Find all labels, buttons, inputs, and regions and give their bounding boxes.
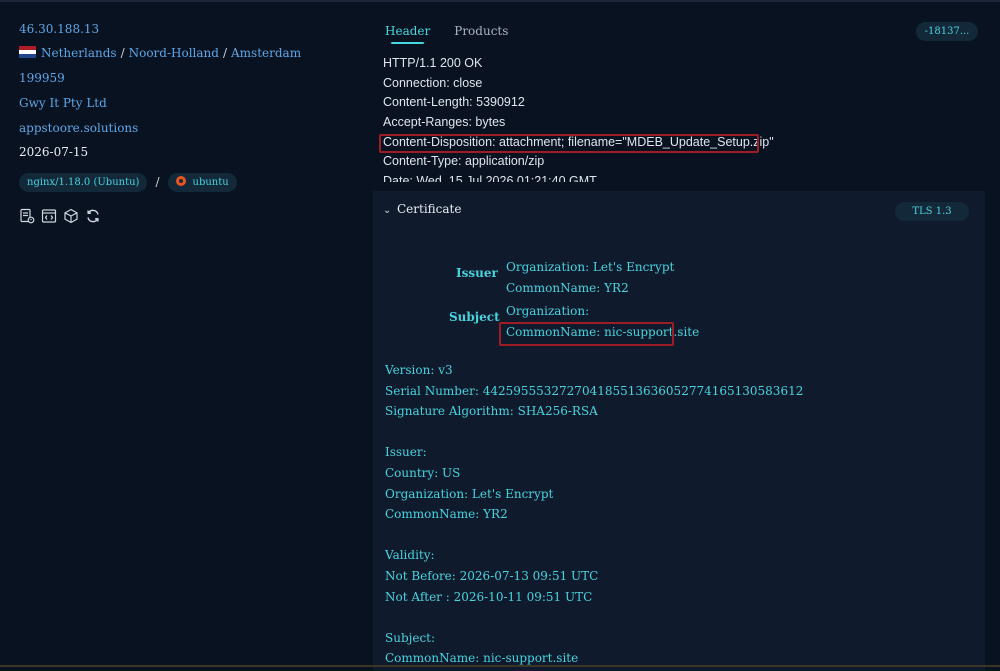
code-window-icon[interactable] <box>41 208 57 228</box>
header-line: Content-Type: application/zip <box>383 154 545 169</box>
netherlands-flag-icon <box>19 46 36 58</box>
cert-detail-line: Country: US <box>385 465 461 480</box>
cert-detail-line: Not After : 2026-10-11 09:51 UTC <box>385 589 593 604</box>
report-icon[interactable] <box>19 208 35 228</box>
breadcrumb-separator: / <box>222 46 228 60</box>
header-line: Date: Wed, 15 Jul 2026 01:21:40 GMT <box>383 174 597 182</box>
cert-detail-line: Version: v3 <box>385 363 453 377</box>
cert-detail-line: Not Before: 2026-07-13 09:51 UTC <box>385 568 599 583</box>
chevron-down-icon[interactable]: ⌄ <box>383 205 391 216</box>
country-link[interactable]: Netherlands <box>41 46 117 60</box>
cert-detail-line: Issuer: <box>385 445 427 460</box>
breadcrumb-separator: / <box>120 46 125 60</box>
top-divider <box>0 0 1000 2</box>
cube-icon[interactable] <box>63 208 79 228</box>
tab-products[interactable]: Products <box>454 24 508 38</box>
cert-detail-line <box>385 607 803 628</box>
tech-separator: / <box>155 175 160 189</box>
hash-badge[interactable]: -18137... <box>916 22 978 41</box>
cert-detail-line: Validity: <box>385 548 435 563</box>
certificate-details: Version: v3 Serial Number: 4425955532727… <box>385 360 803 669</box>
refresh-icon[interactable] <box>85 208 101 228</box>
certificate-panel: ⌄ Certificate TLS 1.3 Issuer Organizatio… <box>373 191 985 671</box>
header-line: HTTP/1.1 200 OK <box>383 56 483 70</box>
http-headers: HTTP/1.1 200 OK Connection: close Conten… <box>383 54 803 182</box>
location-breadcrumb: Netherlands / Noord-Holland / Amsterdam <box>19 46 301 60</box>
common-name-highlight <box>499 322 674 346</box>
cert-detail-line <box>385 422 803 443</box>
certificate-header[interactable]: ⌄ Certificate TLS 1.3 <box>373 191 985 229</box>
cert-detail-line: Signature Algorithm: SHA256-RSA <box>385 404 598 419</box>
region-link[interactable]: Noord-Holland <box>129 46 219 60</box>
detail-tabs: Header Products <box>385 24 508 44</box>
cert-detail-line <box>385 525 803 546</box>
certificate-title: Certificate <box>397 202 462 216</box>
tech-pill-ubuntu-label: ubuntu <box>192 177 229 188</box>
certificate-body: Issuer Organization: Let's Encrypt Commo… <box>373 229 985 671</box>
tls-version-badge: TLS 1.3 <box>895 202 969 221</box>
city-link[interactable]: Amsterdam <box>231 46 301 60</box>
subject-label: Subject <box>449 310 500 324</box>
tech-pill-ubuntu[interactable]: ubuntu <box>167 173 237 192</box>
header-line: Accept-Ranges: bytes <box>383 115 506 130</box>
issuer-common-name: CommonName: YR2 <box>506 281 629 295</box>
tech-stack: nginx/1.18.0 (Ubuntu) / ubuntu <box>19 173 237 192</box>
subject-organization: Organization: <box>506 304 590 318</box>
asn-link[interactable]: 199959 <box>19 71 65 85</box>
cert-detail-line: Organization: Let's Encrypt <box>385 486 554 501</box>
cert-detail-line: CommonName: YR2 <box>385 507 508 522</box>
ip-address-link[interactable]: 46.30.188.13 <box>19 22 99 36</box>
tab-header[interactable]: Header <box>385 24 430 44</box>
cert-detail-line: Subject: <box>385 630 436 645</box>
header-line: Content-Length: 5390912 <box>383 95 525 110</box>
issuer-organization: Organization: Let's Encrypt <box>506 260 675 274</box>
organization-link[interactable]: Gwy It Pty Ltd <box>19 96 107 110</box>
domain-link[interactable]: appstoore.solutions <box>19 121 138 135</box>
cert-detail-line: Serial Number: 4425955532727041855136360… <box>385 383 804 398</box>
issuer-label: Issuer <box>456 266 498 280</box>
tech-pill-nginx[interactable]: nginx/1.18.0 (Ubuntu) <box>19 173 148 192</box>
action-icons <box>19 208 101 228</box>
ubuntu-logo-icon <box>175 176 186 186</box>
header-line: Connection: close <box>383 75 483 90</box>
scan-date: 2026-07-15 <box>19 145 89 159</box>
content-disposition-highlight <box>379 134 759 153</box>
